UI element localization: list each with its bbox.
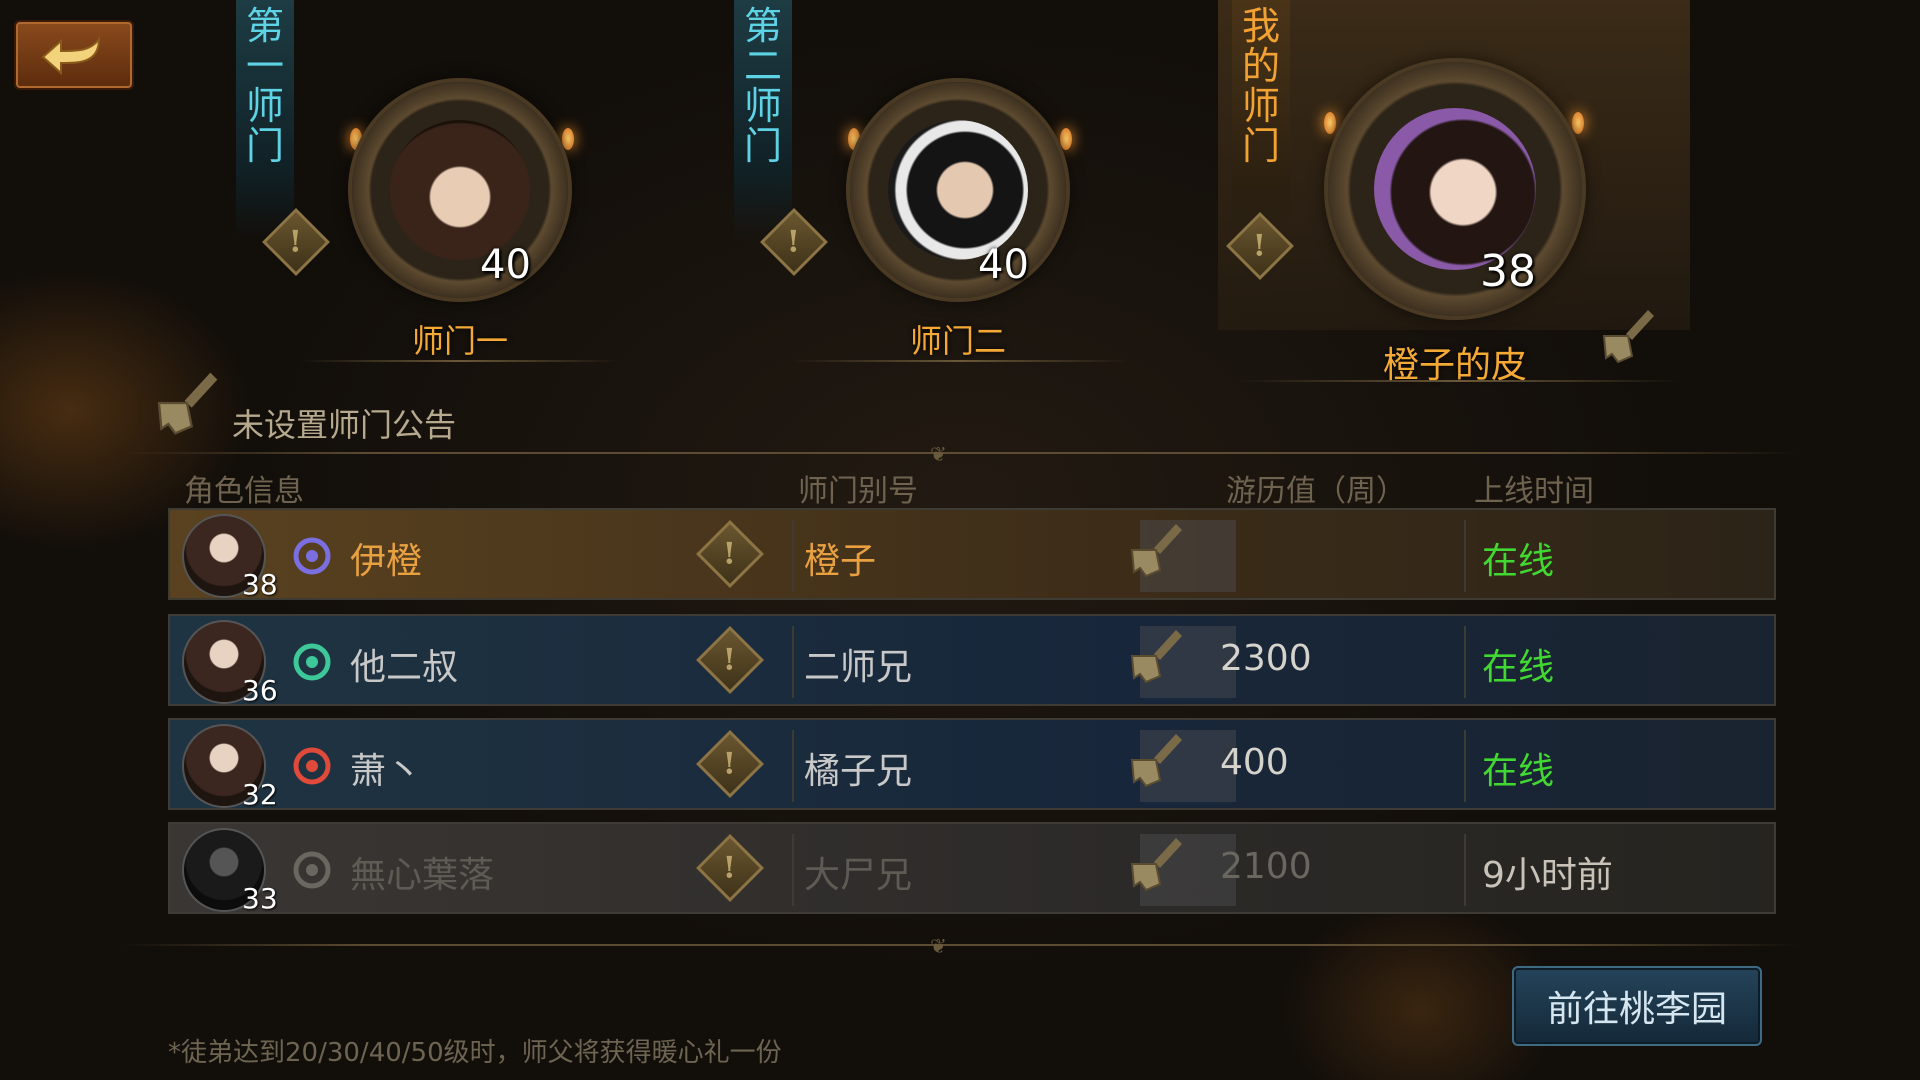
exclamation-icon: ! [723,536,737,572]
lantern-icon [1324,112,1336,134]
column-separator [792,730,794,802]
exclamation-icon: ! [1253,228,1267,264]
exclamation-icon: ! [787,224,801,260]
header-exp-week: 游历值（周） [1226,474,1406,509]
back-arrow-icon [41,35,101,76]
banner-char: 二 [743,44,782,88]
banner-first-sect: 第 一 师 门 [236,0,294,240]
back-button[interactable] [14,20,134,90]
sect-one-portrait[interactable]: 40 [352,82,568,298]
member-exp: 400 [1220,742,1289,783]
purple-swirl-icon [293,537,331,575]
banner-char: 我 [1241,4,1280,48]
member-row[interactable]: 38 伊橙! 橙子 在线 [168,508,1776,601]
goto-peach-garden-button[interactable]: 前往桃李园 [1512,966,1762,1046]
member-row[interactable]: 36 他二叔! 二师兄 2300 在线 [168,614,1776,707]
sect-two-portrait[interactable]: 40 [850,82,1066,298]
banner-second-sect: 第 二 师 门 [734,0,792,240]
divider [790,360,1130,362]
member-alias: 大尸兄 [804,855,913,896]
member-name: 無心葉落 [350,855,495,896]
member-online-status: 9小时前 [1482,855,1613,896]
member-online-status: 在线 [1482,751,1555,792]
banner-char: 一 [245,44,284,88]
edit-notice-brush-icon[interactable] [152,368,222,438]
member-exp: 2300 [1220,638,1312,679]
my-sect-portrait[interactable]: 38 [1328,62,1582,316]
member-level: 36 [242,674,278,707]
member-level: 38 [242,568,278,601]
sect-one-level: 40 [480,242,531,288]
column-separator [1464,730,1466,802]
lantern-icon [562,128,574,150]
member-info-button[interactable]: ! [696,520,764,588]
sect-notice-text: 未设置师门公告 [232,406,457,444]
header-online-time: 上线时间 [1474,474,1594,509]
exclamation-icon: ! [289,224,303,260]
grey-tree-icon [293,851,331,889]
sect-two-name: 师门二 [909,322,1006,360]
banner-char: 门 [1241,124,1280,168]
exclamation-icon: ! [723,746,737,782]
sect-one-name: 师门一 [411,322,508,360]
member-online-status: 在线 [1482,541,1555,582]
member-name: 萧丶 [350,751,423,792]
banner-char: 师 [245,84,284,128]
ornament-icon: ❦ [930,442,947,466]
column-separator [792,626,794,698]
banner-char: 师 [743,84,782,128]
banner-char: 第 [743,4,782,48]
green-tree-icon [293,643,331,681]
member-exp: 2100 [1220,846,1312,887]
exclamation-icon: ! [723,642,737,678]
edit-alias-brush-icon[interactable] [1126,520,1186,580]
edit-alias-brush-icon[interactable] [1126,626,1186,686]
member-info-button[interactable]: ! [696,834,764,902]
divider [1240,380,1680,382]
member-info-button[interactable]: ! [696,730,764,798]
lantern-icon [1060,128,1072,150]
header-sect-alias: 师门别号 [798,474,918,509]
column-separator [792,520,794,592]
column-separator [792,834,794,906]
lantern-icon [1572,112,1584,134]
member-info-button[interactable]: ! [696,626,764,694]
member-name: 伊橙 [350,541,423,582]
member-row[interactable]: 33 無心葉落! 大尸兄 2100 9小时前 [168,822,1776,915]
member-online-status: 在线 [1482,647,1555,688]
edit-alias-brush-icon[interactable] [1126,730,1186,790]
footnote-text: *徒弟达到20/30/40/50级时，师父将获得暖心礼一份 [168,1038,782,1068]
master-face-icon [390,120,530,260]
sect-two-level: 40 [978,242,1029,288]
list-bottom-divider [120,944,1800,946]
header-role-info: 角色信息 [184,474,304,509]
banner-char: 门 [245,124,284,168]
member-level: 32 [242,778,278,811]
member-alias: 橘子兄 [804,751,913,792]
banner-char: 门 [743,124,782,168]
ornament-icon: ❦ [930,934,947,958]
column-separator [1464,520,1466,592]
member-alias: 二师兄 [804,647,913,688]
member-row[interactable]: 32 萧丶! 橘子兄 400 在线 [168,718,1776,811]
member-level: 33 [242,882,278,915]
edit-name-brush-icon[interactable] [1598,306,1658,366]
banner-char: 师 [1241,84,1280,128]
member-name: 他二叔 [350,647,459,688]
red-bird-icon [293,747,331,785]
my-sect-level: 38 [1480,246,1536,297]
exclamation-icon: ! [723,850,737,886]
banner-char: 第 [245,4,284,48]
banner-my-sect: 我 的 师 门 [1232,0,1290,240]
column-separator [1464,626,1466,698]
banner-char: 的 [1241,44,1280,88]
column-separator [1464,834,1466,906]
master-face-icon [888,120,1028,260]
divider [300,360,620,362]
list-top-divider [120,452,1800,454]
member-alias: 橙子 [804,541,877,582]
edit-alias-brush-icon[interactable] [1126,834,1186,894]
